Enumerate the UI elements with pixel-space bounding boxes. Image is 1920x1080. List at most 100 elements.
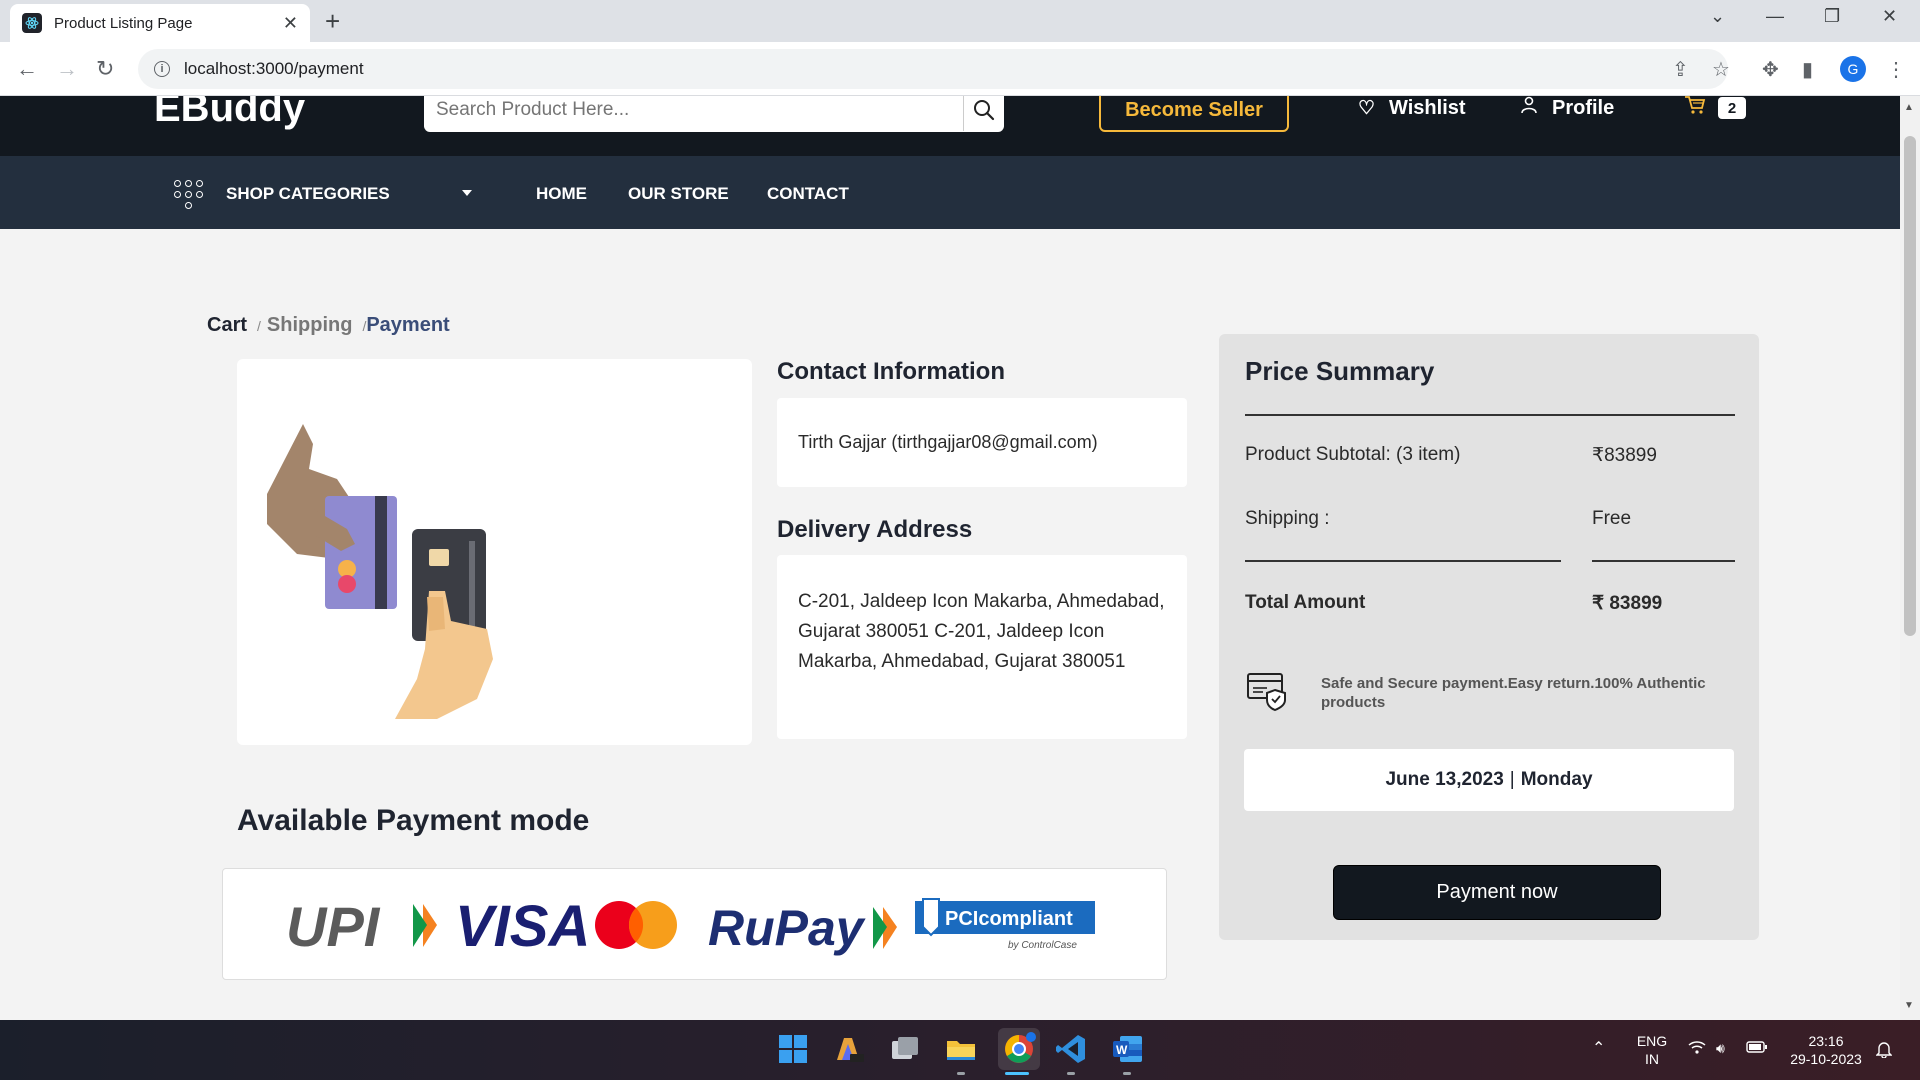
address-bar[interactable]: i localhost:3000/payment xyxy=(138,49,1728,89)
subtotal-value: ₹83899 xyxy=(1592,445,1657,466)
wishlist-link[interactable]: ♡ Wishlist xyxy=(1358,96,1466,120)
browser-toolbar: ← → ↻ i localhost:3000/payment ⇪ ☆ ✥ ▮ ⋮ xyxy=(0,42,1920,96)
divider xyxy=(1245,560,1561,562)
cart-link[interactable]: 2 xyxy=(1684,96,1746,120)
scroll-down-icon[interactable]: ▼ xyxy=(1904,1000,1914,1011)
payment-modes-strip: UPI VISA RuPay PCIcompliant by ControlCa… xyxy=(222,868,1167,980)
running-indicator xyxy=(1067,1072,1075,1075)
pci-compliant-logo: PCIcompliant by ControlCase xyxy=(915,898,1095,951)
rupay-logo: RuPay xyxy=(708,900,897,956)
divider xyxy=(1245,414,1735,416)
total-amount-value: ₹ 83899 xyxy=(1592,593,1663,614)
search-bar xyxy=(424,96,1004,132)
page-scrollbar[interactable]: ▲ ▼ xyxy=(1900,96,1920,1020)
share-icon[interactable]: ⇪ xyxy=(1672,57,1689,82)
tab-search-chevron-icon[interactable]: ⌄ xyxy=(1710,6,1725,27)
wishlist-label: Wishlist xyxy=(1389,96,1466,119)
forward-icon[interactable]: → xyxy=(56,56,78,82)
vscode-app-icon[interactable] xyxy=(1054,1032,1088,1066)
running-indicator xyxy=(957,1072,965,1075)
windows-taskbar: W ⌃ ENG IN 🔊︎ 23:16 29-10-2023 xyxy=(0,1020,1920,1080)
visa-logo: VISA xyxy=(455,894,590,959)
delivery-day: Monday xyxy=(1520,769,1593,790)
side-panel-icon[interactable]: ▮ xyxy=(1802,57,1813,82)
delivery-address-box: C-201, Jaldeep Icon Makarba, Ahmedabad, … xyxy=(777,555,1187,739)
browser-menu-icon[interactable]: ⋮ xyxy=(1886,57,1906,82)
nav-home[interactable]: HOME xyxy=(536,184,587,204)
breadcrumb: Cart / Shipping / Payment xyxy=(207,314,450,337)
user-icon xyxy=(1520,96,1538,120)
secure-payment-text: Safe and Secure payment.Easy return.100%… xyxy=(1321,674,1706,711)
hidden-icons-chevron-icon[interactable]: ⌃ xyxy=(1592,1040,1605,1058)
card-hands-illustration xyxy=(267,424,493,719)
browser-tabstrip: Product Listing Page ✕ + ⌄ — ❐ ✕ xyxy=(0,0,1920,42)
cart-icon xyxy=(1684,96,1706,121)
breadcrumb-shipping[interactable]: Shipping xyxy=(267,314,353,337)
volume-icon[interactable]: 🔊︎ xyxy=(1716,1039,1725,1057)
clock-time: 23:16 xyxy=(1808,1033,1844,1049)
payment-now-button[interactable]: Payment now xyxy=(1333,865,1661,920)
subtotal-label: Product Subtotal: (3 item) xyxy=(1245,444,1461,465)
extensions-icon[interactable]: ✥ xyxy=(1762,57,1779,82)
become-seller-button[interactable]: Become Seller xyxy=(1099,96,1289,132)
breadcrumb-cart[interactable]: Cart xyxy=(207,314,247,337)
active-indicator xyxy=(1005,1072,1029,1075)
payment-modes-title: Available Payment mode xyxy=(237,804,590,837)
scrollbar-thumb[interactable] xyxy=(1904,136,1916,636)
tab-close-icon[interactable]: ✕ xyxy=(283,13,298,34)
chrome-app-icon[interactable] xyxy=(998,1028,1040,1070)
battery-icon[interactable] xyxy=(1746,1040,1768,1058)
wifi-icon[interactable] xyxy=(1688,1040,1706,1058)
site-logo[interactable]: EBuddy xyxy=(154,96,305,131)
scroll-up-icon[interactable]: ▲ xyxy=(1904,102,1914,113)
payment-illustration xyxy=(237,359,752,745)
shop-categories-dropdown[interactable]: SHOP CATEGORIES xyxy=(226,184,390,204)
nav-contact[interactable]: CONTACT xyxy=(767,184,849,204)
word-app-icon[interactable]: W xyxy=(1110,1032,1144,1066)
minimize-icon[interactable]: — xyxy=(1766,6,1784,27)
copilot-app-icon[interactable] xyxy=(832,1032,866,1066)
contact-information-title: Contact Information xyxy=(777,358,1005,385)
reload-icon[interactable]: ↻ xyxy=(96,56,114,82)
delivery-address-title: Delivery Address xyxy=(777,516,973,543)
search-button[interactable] xyxy=(964,99,1004,121)
cart-count-badge: 2 xyxy=(1718,97,1746,119)
delivery-address-value: C-201, Jaldeep Icon Makarba, Ahmedabad, … xyxy=(798,591,1165,672)
back-icon[interactable]: ← xyxy=(16,56,38,82)
delivery-date-box: June 13,2023 | Monday xyxy=(1244,749,1734,811)
page-viewport: EBuddy Become Seller ♡ Wishlist Profile … xyxy=(0,96,1900,1020)
pci-logo-subtext: by ControlCase xyxy=(1008,940,1077,951)
new-tab-icon[interactable]: + xyxy=(325,6,340,37)
language-indicator[interactable]: ENG IN xyxy=(1630,1032,1674,1068)
breadcrumb-separator: / xyxy=(257,318,261,334)
rupay-logo-text: RuPay xyxy=(708,900,866,956)
profile-label: Profile xyxy=(1552,96,1615,119)
svg-text:W: W xyxy=(1116,1043,1128,1057)
secure-payment-note: Safe and Secure payment.Easy return.100%… xyxy=(1245,668,1745,717)
browser-tab[interactable]: Product Listing Page ✕ xyxy=(10,4,310,42)
search-input[interactable] xyxy=(424,96,964,131)
clock[interactable]: 23:16 29-10-2023 xyxy=(1780,1032,1872,1068)
nav-our-store[interactable]: OUR STORE xyxy=(628,184,729,204)
grid-dots-icon xyxy=(174,180,204,210)
windows-start-icon[interactable] xyxy=(776,1032,810,1066)
restore-icon[interactable]: ❐ xyxy=(1824,6,1840,27)
total-amount-label: Total Amount xyxy=(1245,592,1366,613)
task-view-icon[interactable] xyxy=(888,1032,922,1066)
window-close-icon[interactable]: ✕ xyxy=(1882,6,1897,27)
contact-information-value: Tirth Gajjar (tirthgajjar08@gmail.com) xyxy=(798,432,1098,452)
shipping-label: Shipping : xyxy=(1245,508,1330,529)
profile-avatar[interactable]: G xyxy=(1840,56,1866,82)
heart-icon: ♡ xyxy=(1358,97,1376,119)
notification-bell-icon[interactable] xyxy=(1875,1040,1893,1062)
caret-down-icon[interactable] xyxy=(462,190,472,196)
file-explorer-icon[interactable] xyxy=(944,1032,978,1066)
clock-date: 29-10-2023 xyxy=(1790,1051,1862,1067)
shipping-value: Free xyxy=(1592,508,1632,529)
profile-link[interactable]: Profile xyxy=(1520,96,1614,120)
contact-information-box: Tirth Gajjar (tirthgajjar08@gmail.com) xyxy=(777,398,1187,487)
delivery-date: June 13,2023 xyxy=(1385,769,1504,790)
bookmark-star-icon[interactable]: ☆ xyxy=(1712,57,1730,82)
site-info-icon[interactable]: i xyxy=(154,61,170,77)
language-code: ENG xyxy=(1636,1033,1668,1049)
